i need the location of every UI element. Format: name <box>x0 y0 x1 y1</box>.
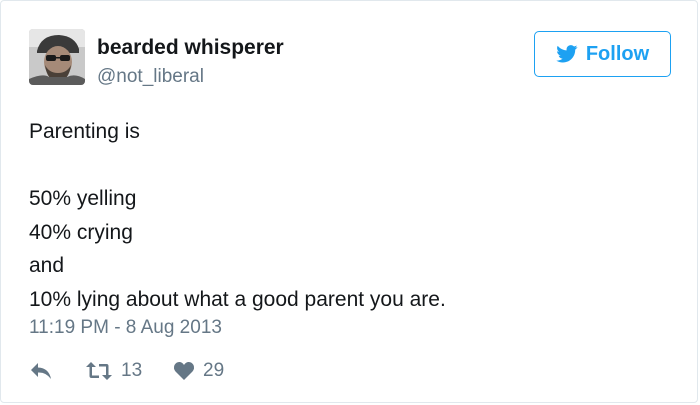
follow-button-label: Follow <box>585 42 650 65</box>
tweet-text: Parenting is 50% yelling 40% crying and … <box>29 115 446 316</box>
tweet-line: 50% yelling <box>29 187 137 210</box>
tweet-line: 40% crying <box>29 220 133 244</box>
follow-button[interactable]: Follow <box>534 31 671 77</box>
heart-icon <box>173 361 195 380</box>
reply-button[interactable] <box>29 357 53 385</box>
like-count: 29 <box>203 360 225 381</box>
retweet-icon <box>86 362 112 380</box>
avatar-photo <box>29 29 85 85</box>
tweet-line: and <box>29 254 65 277</box>
twitter-bird-icon <box>556 45 578 63</box>
tweet-timestamp[interactable]: 11:19 PM - 8 Aug 2013 <box>29 317 222 339</box>
user-handle[interactable]: @not_liberal <box>97 66 204 88</box>
tweet-line <box>29 149 446 183</box>
retweet-button[interactable]: 13 <box>85 357 142 385</box>
like-button[interactable]: 29 <box>173 357 224 385</box>
display-name[interactable]: bearded whisperer <box>97 36 284 60</box>
tweet-card: bearded whisperer @not_liberal Follow Pa… <box>0 0 698 403</box>
reply-icon <box>31 363 51 379</box>
tweet-line: 10% lying about what a good parent you a… <box>29 287 446 311</box>
tweet-line: Parenting is <box>29 120 140 143</box>
retweet-count: 13 <box>121 360 143 381</box>
avatar[interactable] <box>29 29 85 85</box>
